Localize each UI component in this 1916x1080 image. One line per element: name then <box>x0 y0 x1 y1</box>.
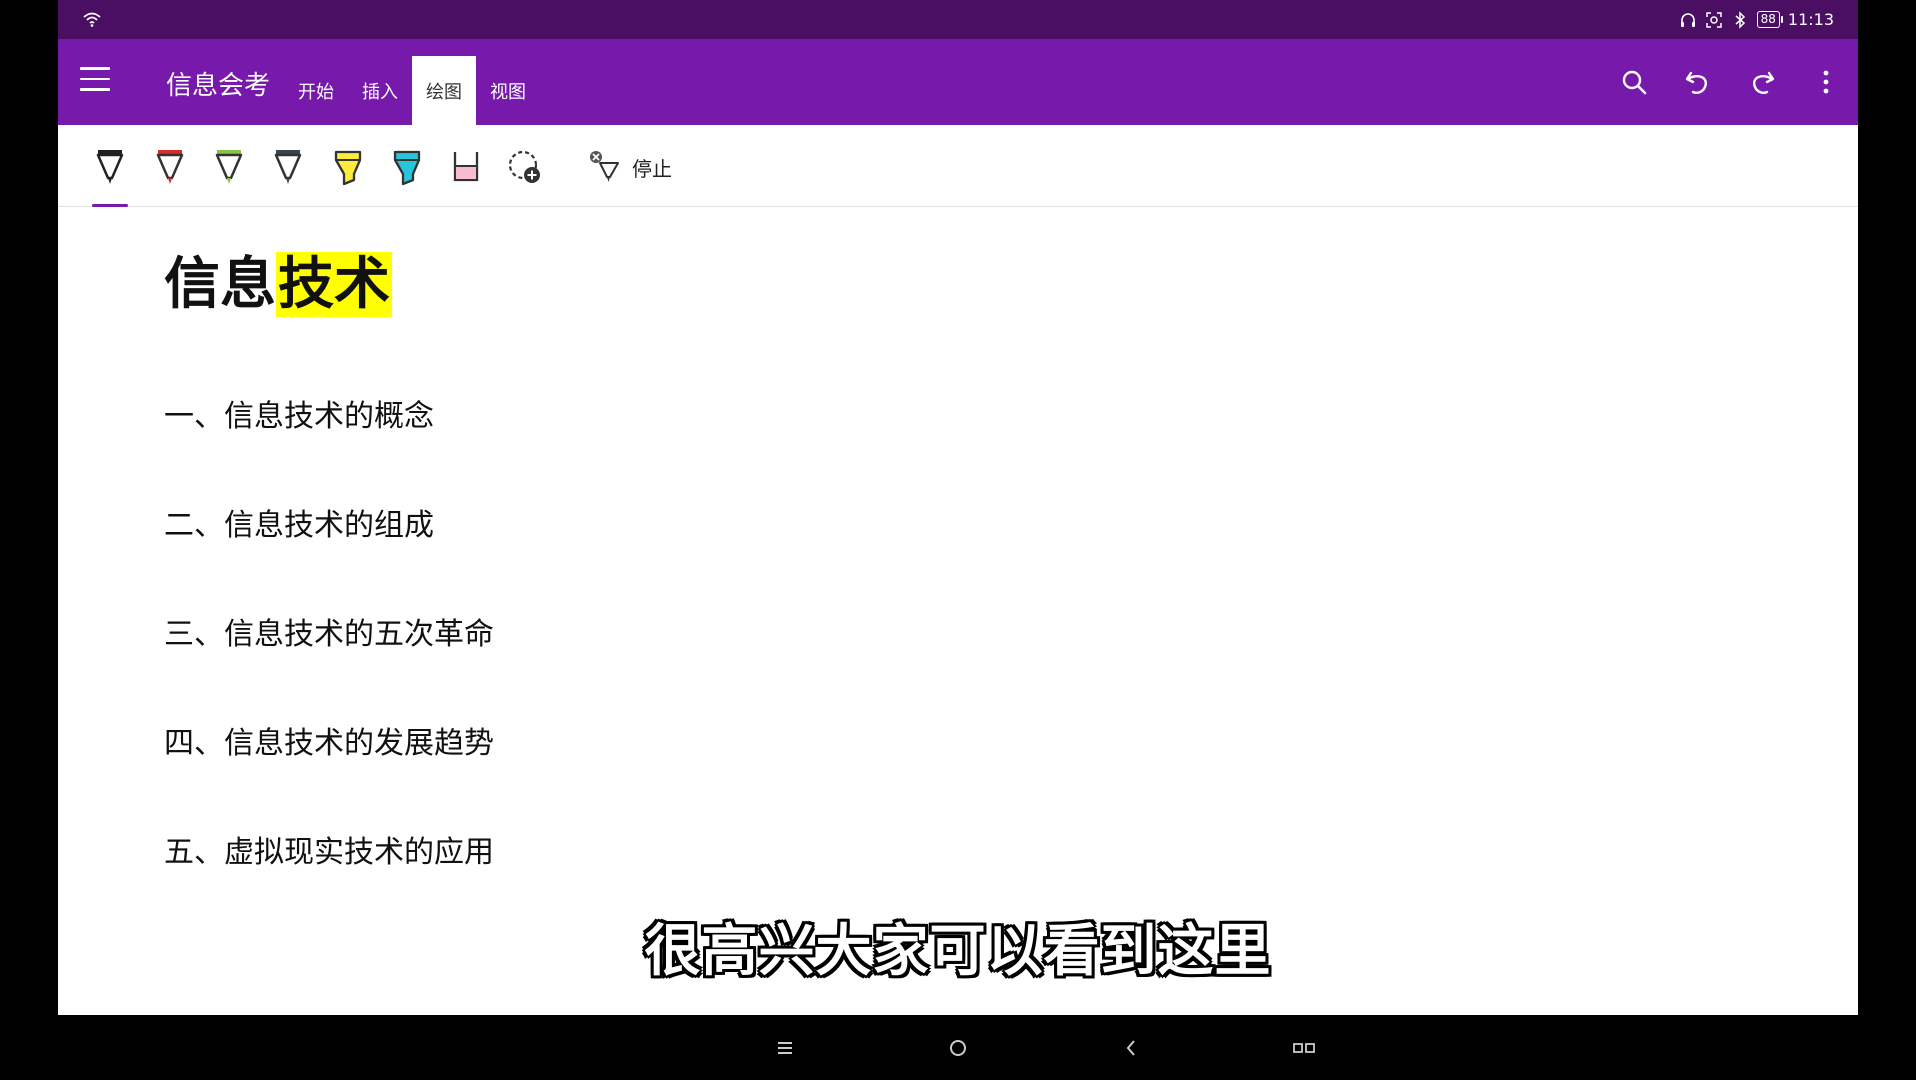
bluetooth-icon <box>1735 10 1745 29</box>
menu-icon <box>778 1042 792 1054</box>
redo-icon <box>1753 71 1775 94</box>
ribbon-tabs: 开始 插入 绘图 视图 <box>284 56 540 125</box>
pen-icon <box>156 150 184 184</box>
page-title-highlighted: 技术 <box>276 252 392 317</box>
app-header: 信息会考 开始 插入 绘图 视图 <box>58 39 1858 125</box>
add-pen-tool[interactable] <box>505 145 545 189</box>
undo-button[interactable] <box>1666 39 1730 125</box>
outline-list: 一、信息技术的概念 二、信息技术的组成 三、信息技术的五次革命 四、信息技术的发… <box>164 397 494 942</box>
search-button[interactable] <box>1602 39 1666 125</box>
clock: 11:13 <box>1787 10 1834 29</box>
stop-label: 停止 <box>632 156 672 181</box>
stop-pen-icon <box>590 151 619 182</box>
status-bar: 88 11:13 <box>58 0 1858 39</box>
red-pen-tool[interactable] <box>150 145 190 189</box>
more-icon <box>1823 70 1829 94</box>
pen-icon <box>215 150 243 184</box>
notebook-title[interactable]: 信息会考 <box>166 65 270 102</box>
cyan-highlighter-tool[interactable] <box>387 145 427 189</box>
list-item[interactable]: 二、信息技术的组成 <box>164 506 494 615</box>
black-pen-tool[interactable] <box>90 145 130 207</box>
recents-icon <box>1293 1043 1315 1053</box>
pen-icon <box>274 150 302 184</box>
navigation-bar <box>0 1015 1916 1080</box>
tab-home[interactable]: 开始 <box>284 56 348 125</box>
nav-recents-button[interactable] <box>1287 1031 1321 1065</box>
note-canvas[interactable]: 信息技术 一、信息技术的概念 二、信息技术的组成 三、信息技术的五次革命 四、信… <box>58 207 1858 1015</box>
undo-icon <box>1685 71 1707 94</box>
page-title[interactable]: 信息技术 <box>164 241 392 329</box>
battery-icon: 88 <box>1756 11 1784 28</box>
list-item[interactable]: 一、信息技术的概念 <box>164 397 494 506</box>
highlighter-icon <box>453 152 479 182</box>
add-pen-icon <box>508 150 540 183</box>
tab-insert[interactable]: 插入 <box>348 56 412 125</box>
redo-button[interactable] <box>1730 39 1794 125</box>
yellow-highlighter-tool[interactable] <box>328 145 368 189</box>
menu-button[interactable] <box>80 67 110 95</box>
highlighter-icon <box>393 150 421 186</box>
header-actions <box>1602 39 1858 125</box>
screen: 88 11:13 信息会考 开始 插入 绘图 视图 停止 信息技术 一、信息技术… <box>0 0 1916 1080</box>
nav-menu-button[interactable] <box>768 1031 802 1065</box>
tab-view[interactable]: 视图 <box>476 56 540 125</box>
dark-blue-pen-tool[interactable] <box>268 145 308 189</box>
screenshot-icon <box>1705 11 1722 28</box>
nav-home-button[interactable] <box>941 1031 975 1065</box>
list-item[interactable]: 四、信息技术的发展趋势 <box>164 724 494 833</box>
pen-icon <box>96 150 124 184</box>
wifi-icon <box>83 12 101 27</box>
green-pen-tool[interactable] <box>209 145 249 189</box>
more-options-button[interactable] <box>1794 39 1858 125</box>
stop-drawing-button[interactable]: 停止 <box>586 145 672 189</box>
nav-back-button[interactable] <box>1114 1031 1148 1065</box>
tab-draw[interactable]: 绘图 <box>412 56 476 125</box>
video-subtitle: 很高兴大家可以看到这里 <box>644 919 1272 984</box>
home-icon <box>950 1040 966 1056</box>
highlighter-icon <box>334 150 362 186</box>
pink-highlighter-tool[interactable] <box>446 145 486 189</box>
back-icon <box>1126 1040 1135 1056</box>
page-title-plain: 信息 <box>164 252 276 317</box>
headphones-icon <box>1680 12 1695 27</box>
list-item[interactable]: 三、信息技术的五次革命 <box>164 615 494 724</box>
drawing-toolbar: 停止 <box>58 125 1858 207</box>
search-icon <box>1622 70 1647 95</box>
